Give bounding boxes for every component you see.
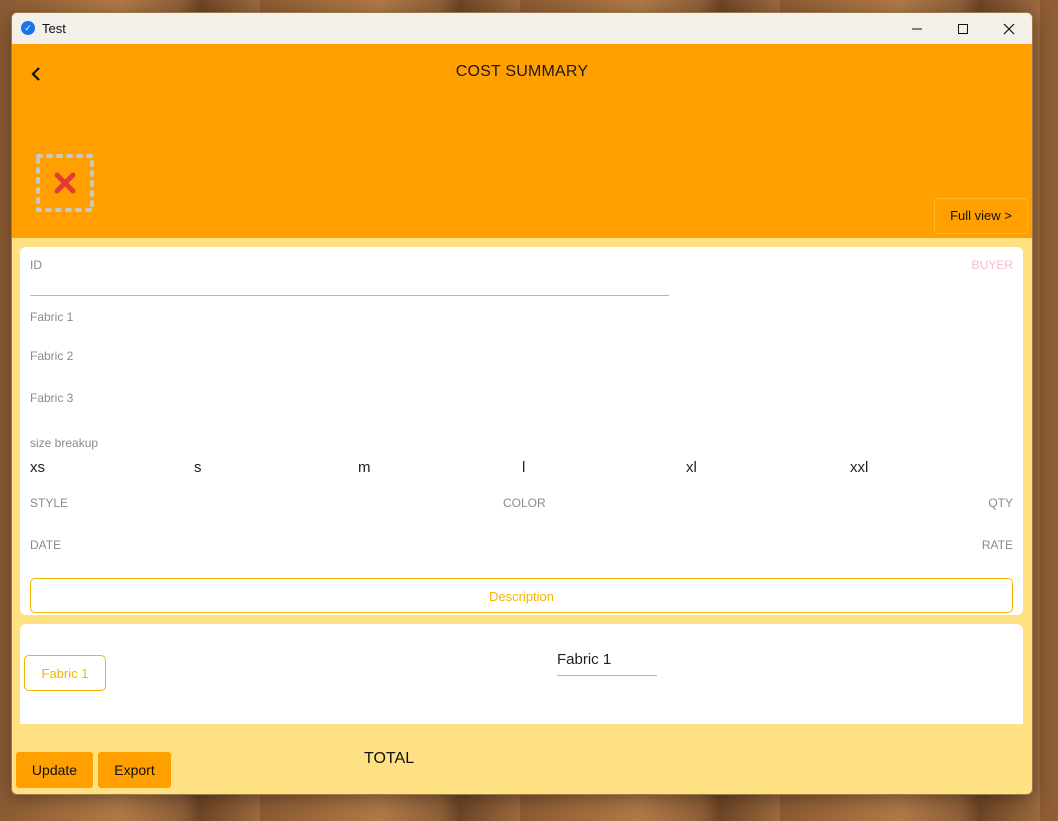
description-button[interactable]: Description: [30, 578, 1013, 613]
app-window: ✓ Test COST SUMMARY Full view > ID BUYER: [11, 12, 1033, 795]
fabric3-label[interactable]: Fabric 3: [30, 391, 73, 405]
fabric-underline: [557, 675, 657, 676]
size-s[interactable]: s: [194, 459, 202, 476]
fabric-selected-value[interactable]: Fabric 1: [557, 651, 611, 668]
size-xl[interactable]: xl: [686, 459, 697, 476]
window-title: Test: [42, 21, 66, 36]
style-label[interactable]: STYLE: [30, 496, 68, 510]
size-l[interactable]: l: [522, 459, 525, 476]
order-details-card: ID BUYER Fabric 1 Fabric 2 Fabric 3 size…: [20, 247, 1023, 615]
app-icon: ✓: [21, 21, 35, 35]
fabric1-label[interactable]: Fabric 1: [30, 310, 73, 324]
update-button[interactable]: Update: [16, 752, 93, 788]
full-view-button[interactable]: Full view >: [934, 198, 1028, 234]
rate-label[interactable]: RATE: [982, 538, 1013, 552]
fabric2-label[interactable]: Fabric 2: [30, 349, 73, 363]
page-title: COST SUMMARY: [455, 63, 589, 80]
id-input[interactable]: [30, 295, 669, 296]
size-breakup-label: size breakup: [30, 436, 99, 450]
maximize-icon: [958, 23, 968, 34]
size-m[interactable]: m: [358, 459, 371, 476]
fabric-chip[interactable]: Fabric 1: [24, 655, 106, 691]
size-xs[interactable]: xs: [30, 459, 45, 476]
id-label: ID: [30, 258, 42, 272]
broken-image-icon: [36, 154, 94, 212]
total-label: TOTAL: [364, 750, 415, 767]
close-icon: [1003, 23, 1015, 34]
color-label[interactable]: COLOR: [503, 496, 546, 510]
app-bar: COST SUMMARY Full view >: [12, 44, 1032, 238]
buyer-label[interactable]: BUYER: [972, 258, 1013, 272]
minimize-button[interactable]: [894, 13, 940, 44]
size-row: xs s m l xl xxl: [30, 459, 1030, 479]
size-xxl[interactable]: xxl: [850, 459, 868, 476]
close-button[interactable]: [986, 13, 1032, 44]
fabric-panel: Fabric 1 Fabric 1: [20, 624, 1023, 724]
qty-label[interactable]: QTY: [988, 496, 1013, 510]
date-label[interactable]: DATE: [30, 538, 61, 552]
maximize-button[interactable]: [940, 13, 986, 44]
title-bar: ✓ Test: [12, 13, 1032, 44]
export-button[interactable]: Export: [98, 752, 171, 788]
minimize-icon: [912, 28, 922, 29]
